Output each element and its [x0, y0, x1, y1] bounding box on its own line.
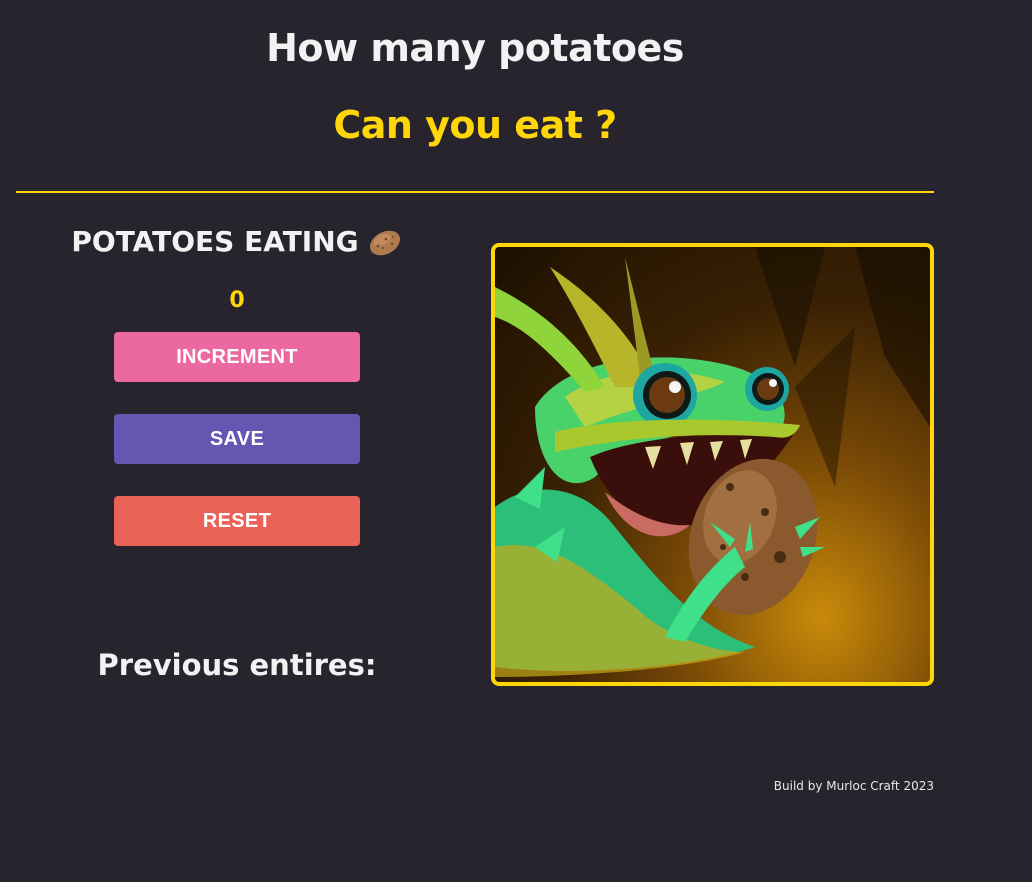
- counter-heading: POTATOES EATING: [40, 222, 434, 262]
- footer-credit: Build by Murloc Craft 2023: [773, 779, 934, 793]
- page-subtitle: Can you eat ?: [333, 103, 617, 147]
- divider: [16, 191, 934, 193]
- potato-icon: [367, 227, 403, 257]
- counter-panel: POTATOES EATING 0 INCREMENT SAVE RESET: [40, 222, 434, 546]
- murloc-illustration: [495, 247, 930, 677]
- potato-count: 0: [229, 288, 245, 313]
- counter-heading-label: POTATOES EATING: [71, 225, 359, 258]
- murloc-image: [491, 243, 934, 686]
- page: How many potatoes Can you eat ? POTATOES…: [0, 0, 1032, 882]
- increment-button[interactable]: INCREMENT: [114, 332, 360, 382]
- page-title: How many potatoes: [266, 26, 684, 70]
- save-button[interactable]: SAVE: [114, 414, 360, 464]
- reset-button[interactable]: RESET: [114, 496, 360, 546]
- previous-entries-heading: Previous entires:: [97, 648, 377, 682]
